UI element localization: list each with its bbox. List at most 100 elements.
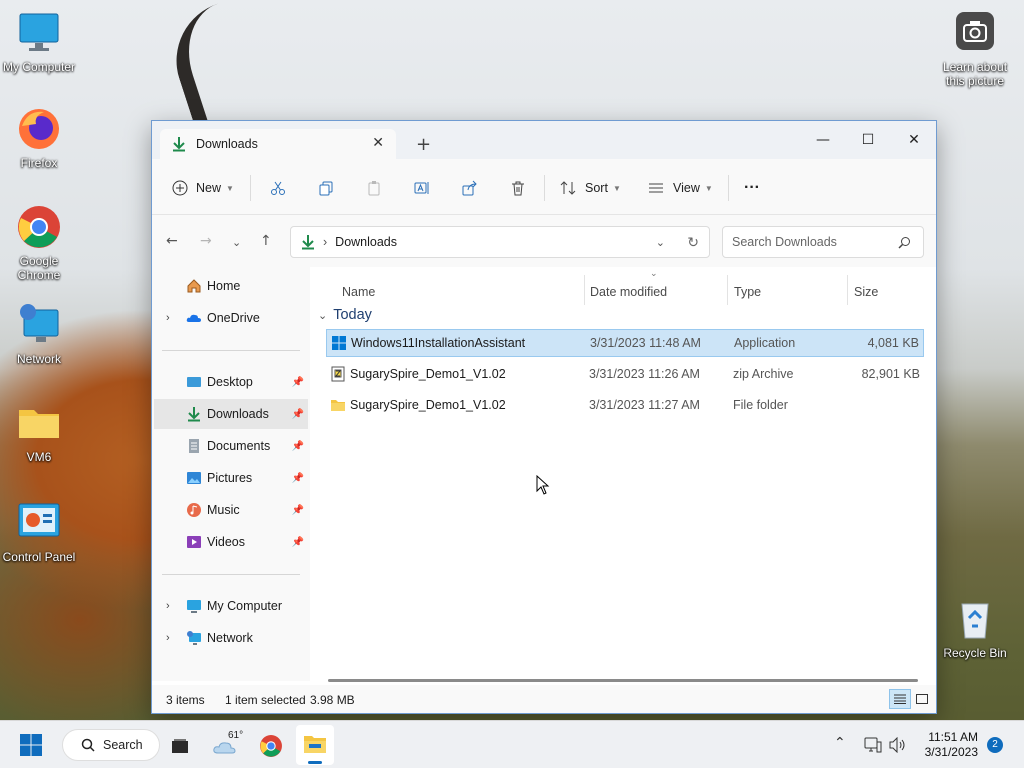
nav-item-label: Downloads <box>207 407 269 421</box>
desktop-icon-control-panel[interactable]: Control Panel <box>0 500 78 564</box>
address-field[interactable]: › Downloads ⌄ ↻ <box>290 226 710 258</box>
trash-icon <box>512 181 524 196</box>
pin-icon[interactable]: 📌 <box>292 377 304 388</box>
file-explorer-taskbar-button[interactable] <box>296 725 334 765</box>
toolbar-divider <box>250 175 251 201</box>
active-app-indicator <box>308 761 322 764</box>
share-button[interactable] <box>462 175 478 201</box>
system-clock[interactable]: 11:51 AM 3/31/2023 <box>925 730 978 760</box>
notification-badge[interactable]: 2 <box>987 737 1003 753</box>
view-button[interactable]: View ▼ <box>648 175 713 201</box>
file-name: SugarySpire_Demo1_V1.02 <box>350 398 506 412</box>
more-options-button[interactable]: ··· <box>744 175 760 201</box>
pictures-icon <box>187 472 201 484</box>
tab-close-button[interactable]: ✕ <box>372 135 384 151</box>
volume-icon[interactable] <box>889 737 907 753</box>
recent-locations-chevron-icon[interactable]: ⌄ <box>232 236 241 249</box>
rename-button[interactable] <box>414 175 430 201</box>
nav-item-my-computer[interactable]: › My Computer <box>154 591 308 621</box>
sort-label: Sort <box>585 181 608 195</box>
pin-icon[interactable]: 📌 <box>292 441 304 452</box>
file-row-installer[interactable]: Windows11InstallationAssistant 3/31/2023… <box>326 329 924 357</box>
pin-icon[interactable]: 📌 <box>292 537 304 548</box>
desktop-icon-vm6[interactable]: VM6 <box>0 400 78 464</box>
music-icon <box>187 503 201 517</box>
plus-circle-icon <box>172 180 188 196</box>
desktop-icon-label: VM6 <box>26 450 52 464</box>
paste-button[interactable] <box>366 175 382 201</box>
nav-item-downloads[interactable]: Downloads 📌 <box>154 399 308 429</box>
tiles-view-button[interactable] <box>911 689 933 709</box>
chevron-right-icon[interactable]: › <box>166 312 170 324</box>
column-header-date[interactable]: Date modified <box>590 277 667 307</box>
firefox-icon <box>16 106 62 152</box>
copy-button[interactable] <box>318 175 334 201</box>
nav-item-home[interactable]: Home <box>154 271 308 301</box>
column-divider[interactable] <box>584 275 585 305</box>
column-divider[interactable] <box>847 275 848 305</box>
task-view-icon[interactable] <box>171 738 189 754</box>
chevron-right-icon[interactable]: › <box>166 632 170 644</box>
pin-icon[interactable]: 📌 <box>292 473 304 484</box>
tab-downloads[interactable]: Downloads ✕ <box>160 129 396 159</box>
camera-icon <box>952 10 998 56</box>
minimize-button[interactable]: — <box>800 127 846 153</box>
pin-icon[interactable]: 📌 <box>292 409 304 420</box>
desktop-icon-chrome[interactable]: Google Chrome <box>0 204 78 282</box>
file-row-folder[interactable]: SugarySpire_Demo1_V1.02 3/31/2023 11:27 … <box>326 392 924 420</box>
breadcrumb-separator-icon: › <box>323 235 328 249</box>
tiles-view-icon <box>916 694 928 704</box>
search-icon <box>898 236 910 249</box>
sort-button[interactable]: Sort ▼ <box>560 175 621 201</box>
network-status-icon[interactable] <box>864 737 882 753</box>
desktop-icon-network[interactable]: Network <box>0 302 78 366</box>
taskbar: Search 61° ⌃ 11:51 AM 3/31/2023 2 <box>0 720 1024 768</box>
column-header-type[interactable]: Type <box>734 277 761 307</box>
desktop-icon-my-computer[interactable]: My Computer <box>0 10 78 74</box>
column-header-size[interactable]: Size <box>854 277 878 307</box>
chevron-down-icon: ⌄ <box>318 309 328 322</box>
horizontal-scrollbar[interactable] <box>328 679 918 682</box>
address-history-chevron-icon[interactable]: ⌄ <box>656 236 665 249</box>
desktop-icon-learn-about-picture[interactable]: Learn about this picture <box>936 10 1014 88</box>
address-bar-row: ← → ⌄ ↑ › Downloads ⌄ ↻ Search Downloads <box>152 215 936 267</box>
forward-arrow-icon[interactable]: → <box>200 233 212 249</box>
nav-item-documents[interactable]: Documents 📌 <box>154 431 308 461</box>
desktop-icon-recycle-bin[interactable]: Recycle Bin <box>936 596 1014 660</box>
zip-archive-icon <box>331 366 345 382</box>
close-button[interactable]: ✕ <box>891 127 937 153</box>
maximize-button[interactable]: ☐ <box>845 127 891 153</box>
taskbar-search[interactable]: Search <box>62 729 160 761</box>
details-view-button[interactable] <box>889 689 911 709</box>
copy-icon <box>319 181 333 196</box>
refresh-icon[interactable]: ↻ <box>687 234 699 251</box>
new-tab-button[interactable]: + <box>416 134 431 155</box>
cut-button[interactable] <box>270 175 286 201</box>
chrome-icon[interactable] <box>259 734 283 758</box>
column-header-name[interactable]: Name <box>342 277 375 307</box>
new-label: New <box>196 181 222 195</box>
desktop-icon-firefox[interactable]: Firefox <box>0 106 78 170</box>
nav-item-onedrive[interactable]: › OneDrive <box>154 303 308 333</box>
up-arrow-icon[interactable]: ↑ <box>260 233 272 249</box>
nav-item-network[interactable]: › Network <box>154 623 308 653</box>
nav-item-pictures[interactable]: Pictures 📌 <box>154 463 308 493</box>
nav-item-music[interactable]: Music 📌 <box>154 495 308 525</box>
file-row-zip[interactable]: SugarySpire_Demo1_V1.02 3/31/2023 11:26 … <box>326 361 924 389</box>
monitor-icon <box>187 600 201 613</box>
breadcrumb-downloads[interactable]: Downloads <box>335 235 397 249</box>
search-box[interactable]: Search Downloads <box>722 226 924 258</box>
chevron-right-icon[interactable]: › <box>166 600 170 612</box>
group-header-today[interactable]: ⌄ Today <box>318 307 372 323</box>
desktop-icon-label: Firefox <box>20 156 58 170</box>
nav-item-desktop[interactable]: Desktop 📌 <box>154 367 308 397</box>
new-button[interactable]: New ▼ <box>172 175 234 201</box>
nav-item-videos[interactable]: Videos 📌 <box>154 527 308 557</box>
show-hidden-icons-chevron-icon[interactable]: ⌃ <box>834 735 846 751</box>
pin-icon[interactable]: 📌 <box>292 505 304 516</box>
start-button[interactable] <box>20 734 42 756</box>
delete-button[interactable] <box>510 175 526 201</box>
column-divider[interactable] <box>727 275 728 305</box>
chevron-down-icon: ▼ <box>612 183 621 193</box>
back-arrow-icon[interactable]: ← <box>166 233 178 249</box>
